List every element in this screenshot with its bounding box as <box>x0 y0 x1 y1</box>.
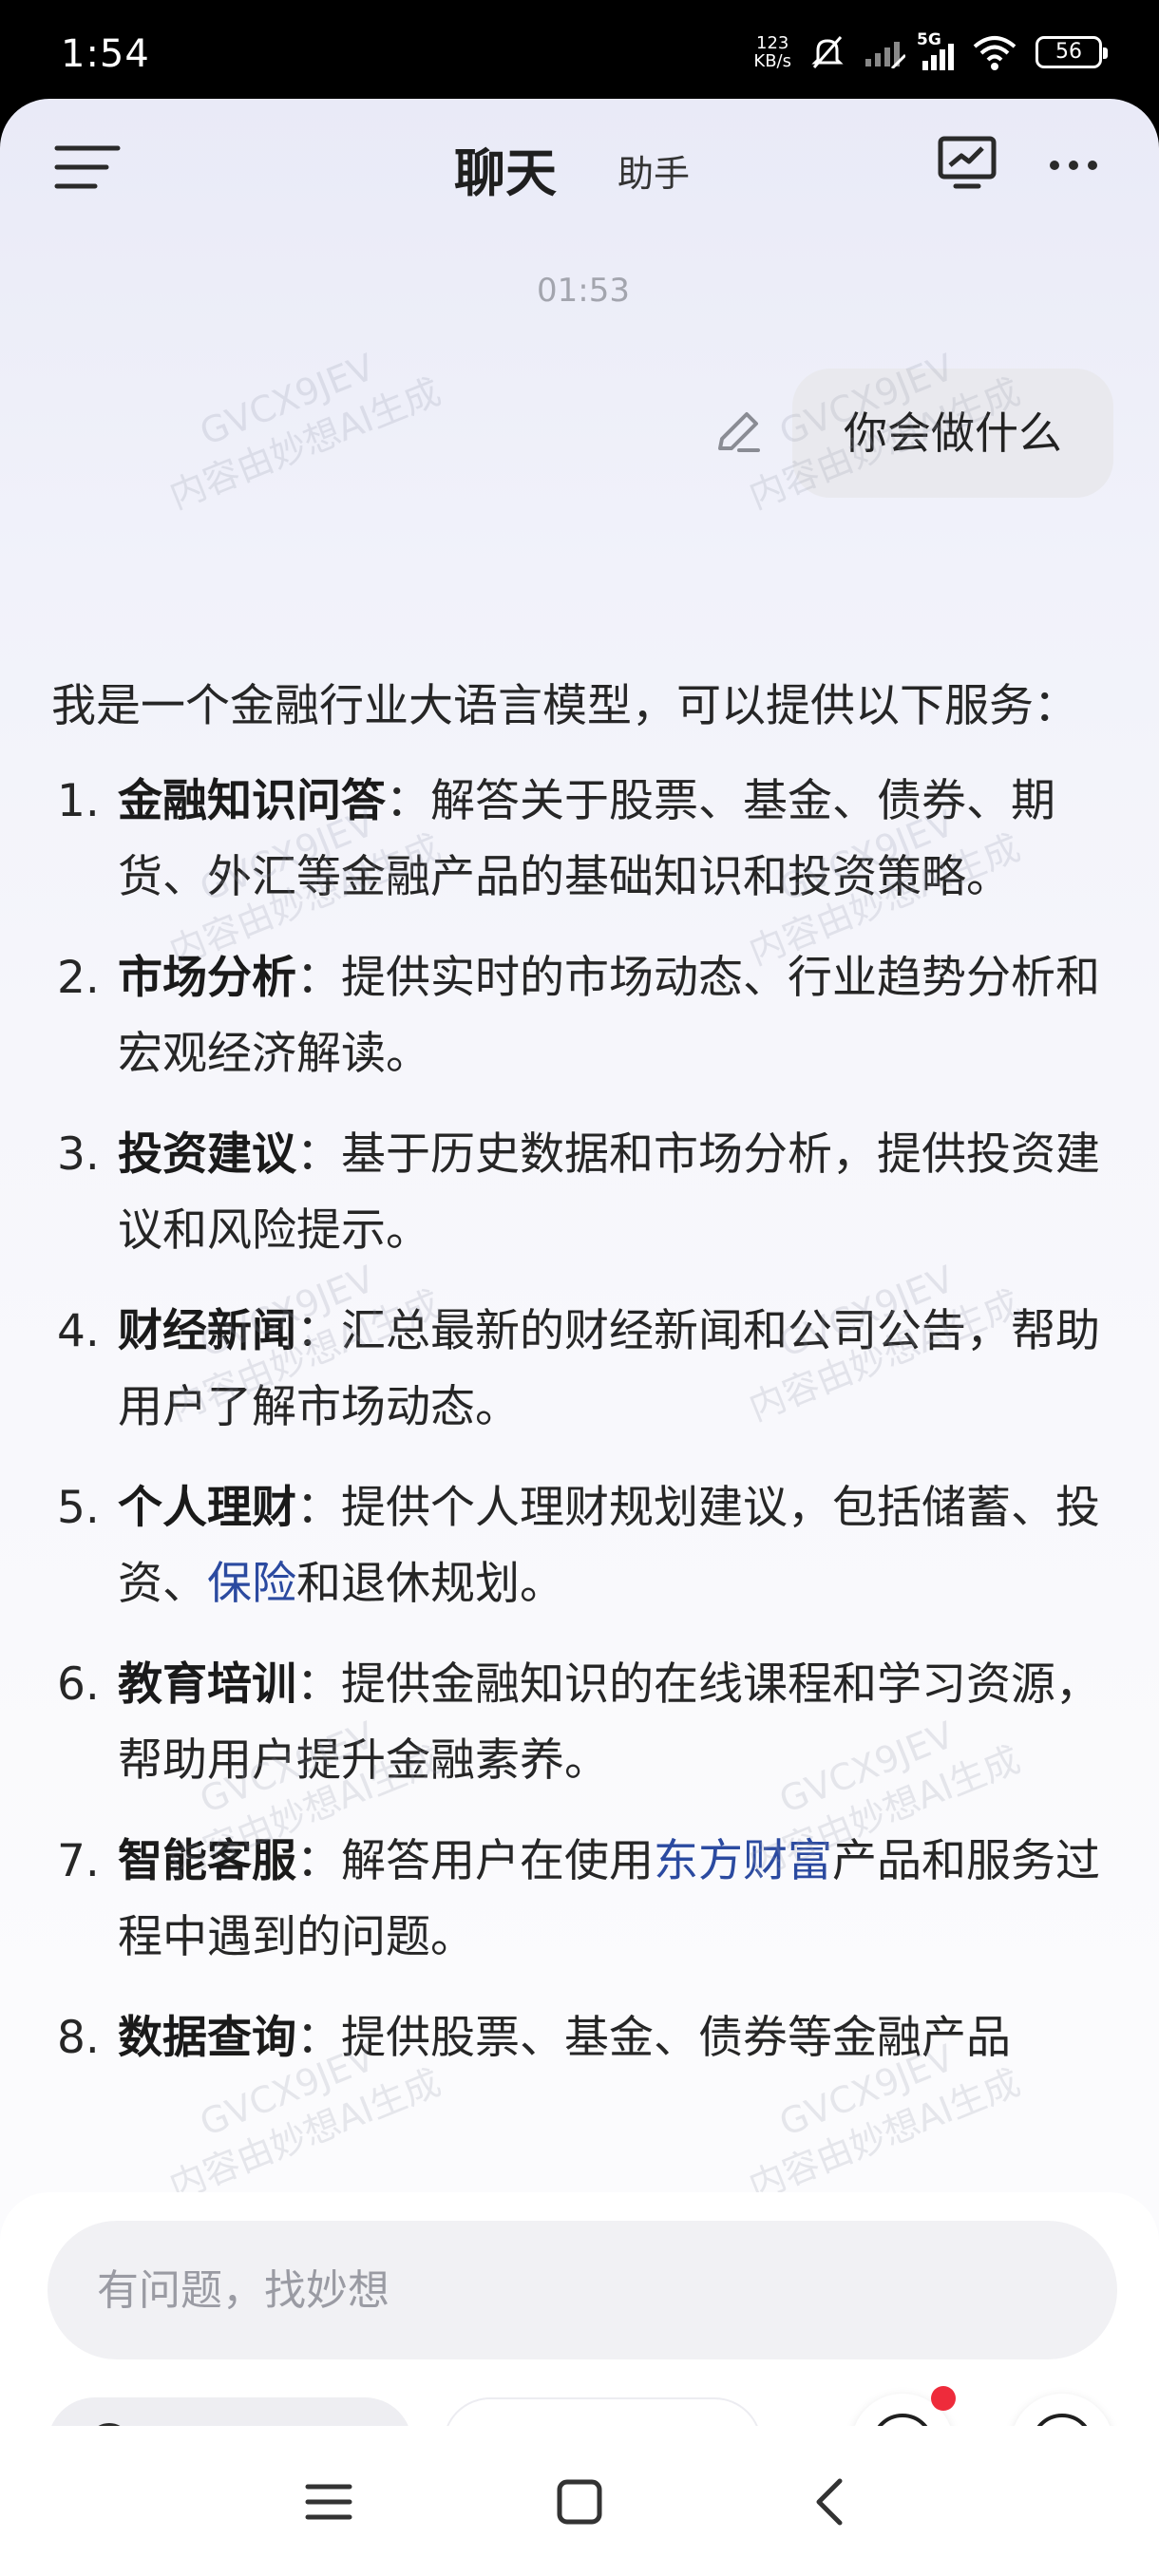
list-item: 4. 财经新闻：汇总最新的财经新闻和公司公告，帮助用户了解市场动态。 <box>57 1305 1100 1433</box>
edit-icon[interactable] <box>711 407 764 460</box>
chat-screen: 聊天 助手 01:53 你会做什么 我是一个金融行业大语言模型，可以提供以下服务… <box>0 99 1159 2426</box>
composer: 快速模型 深度研究 <box>0 2192 1159 2426</box>
eastmoney-link[interactable]: 东方财富 <box>654 1835 832 1887</box>
display-icon[interactable] <box>937 133 998 194</box>
tab-chat[interactable]: 聊天 <box>454 131 557 206</box>
network-type: 5G <box>917 30 941 49</box>
home-icon[interactable] <box>551 2473 608 2530</box>
insurance-link[interactable]: 保险 <box>207 1558 296 1610</box>
notification-dot <box>931 2386 956 2411</box>
voice-icon <box>1036 2414 1088 2426</box>
list-item: 1. 金融知识问答：解答关于股票、基金、债券、期货、外汇等金融产品的基础知识和投资… <box>57 775 1055 903</box>
answer-intro: 我是一个金融行业大语言模型，可以提供以下服务： <box>51 680 1078 732</box>
system-nav-bar <box>0 2426 1159 2576</box>
back-icon[interactable] <box>804 2473 861 2530</box>
status-time: 1:54 <box>61 32 150 76</box>
plus-icon <box>877 2414 928 2426</box>
list-item: 7. 智能客服：解答用户在使用东方财富产品和服务过程中遇到的问题。 <box>57 1835 1100 1963</box>
user-message-row: 你会做什么 <box>711 369 1113 498</box>
fast-model-button[interactable]: 快速模型 <box>48 2397 412 2426</box>
deep-research-label: 深度研究 <box>545 2415 712 2426</box>
message-timestamp: 01:53 <box>537 272 630 310</box>
status-bar: 1:54 123 KB/s 5G 56 <box>0 0 1159 104</box>
list-item: 5. 个人理财：提供个人理财规划建议，包括储蓄、投资、保险和退休规划。 <box>57 1482 1100 1610</box>
voice-button[interactable] <box>1011 2394 1113 2426</box>
list-item: 8. 数据查询：提供股票、基金、债券等金融产品 <box>57 2012 1011 2064</box>
user-message-bubble: 你会做什么 <box>792 369 1113 498</box>
wifi-icon <box>973 36 1016 70</box>
service-list: 1. 金融知识问答：解答关于股票、基金、债券、期货、外汇等金融产品的基础知识和投资… <box>51 764 1115 2076</box>
battery-icon: 56 <box>1036 36 1108 68</box>
net-speed: 123 KB/s <box>753 33 791 71</box>
watermark: GVCX9JEV 内容由妙想AI生成 <box>163 346 446 518</box>
tab-assistant[interactable]: 助手 <box>618 144 690 197</box>
more-icon[interactable] <box>1045 146 1102 184</box>
header: 聊天 助手 <box>0 99 1159 232</box>
prompt-input[interactable] <box>48 2221 1117 2359</box>
status-icons: 123 KB/s 5G 56 <box>753 28 1108 76</box>
deep-research-button[interactable]: 深度研究 <box>443 2397 762 2426</box>
mute-icon <box>811 36 844 68</box>
fast-model-label: 快速模型 <box>148 2415 315 2426</box>
recent-apps-icon[interactable] <box>300 2473 357 2530</box>
list-item: 2. 市场分析：提供实时的市场动态、行业趋势分析和宏观经济解读。 <box>57 952 1100 1080</box>
list-item: 6. 教育培训：提供金融知识的在线课程和学习资源，帮助用户提升金融素养。 <box>57 1658 1100 1787</box>
signal-off-icon <box>865 42 905 68</box>
assistant-answer: 我是一个金融行业大语言模型，可以提供以下服务： 1. 金融知识问答：解答关于股票、… <box>51 669 1115 2101</box>
signal-icon: 5G <box>917 30 954 70</box>
list-item: 3. 投资建议：基于历史数据和市场分析，提供投资建议和风险提示。 <box>57 1128 1100 1257</box>
menu-icon[interactable] <box>53 141 122 194</box>
